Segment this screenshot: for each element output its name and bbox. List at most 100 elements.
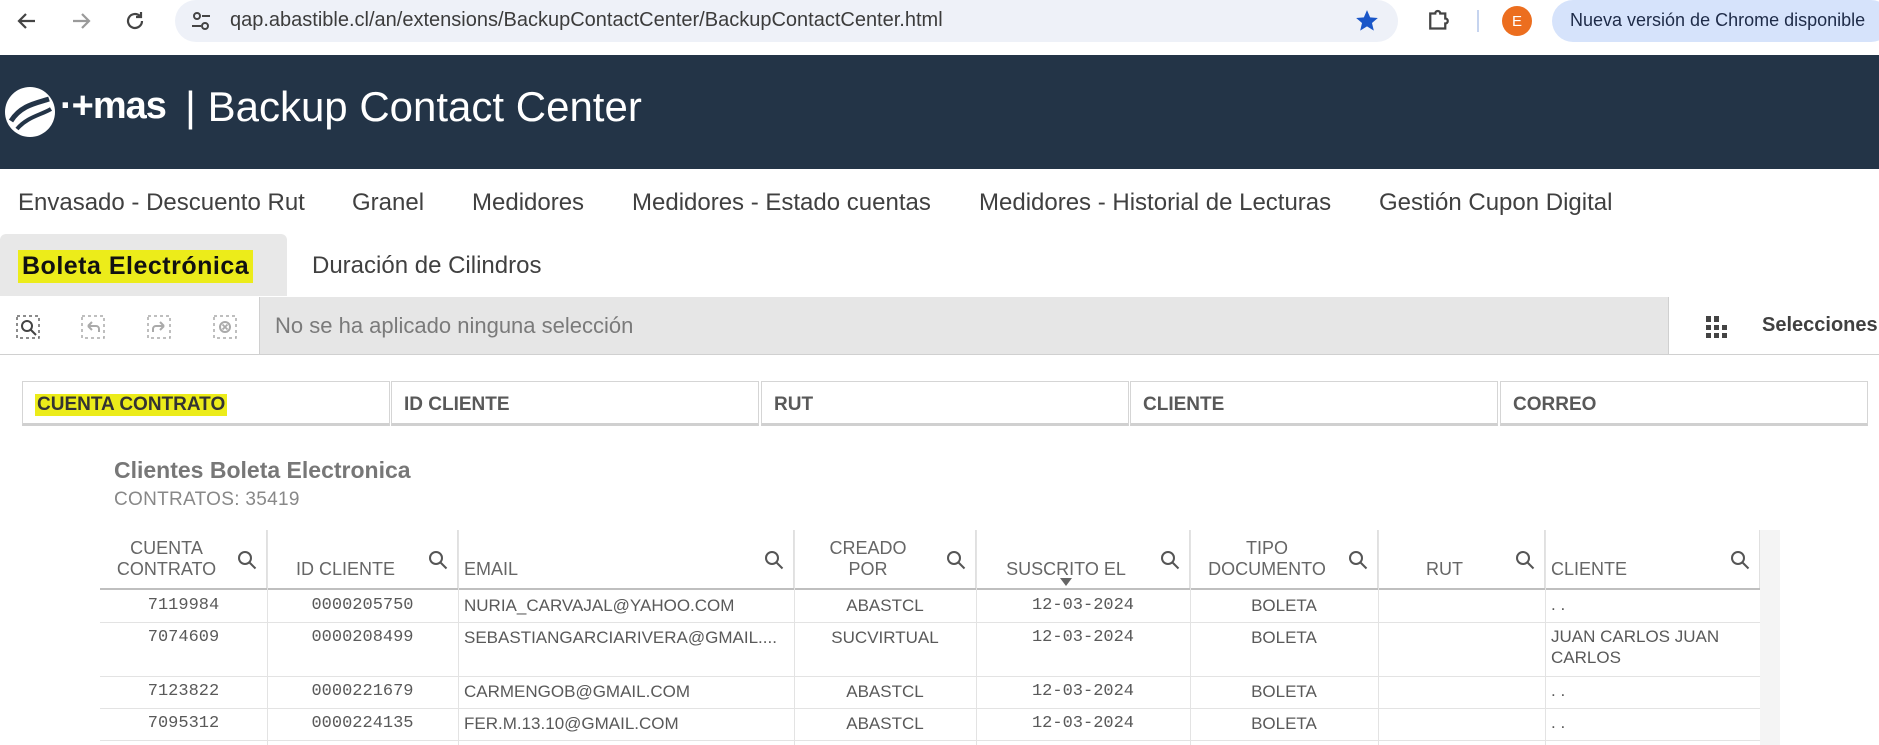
tab-medidores-historial[interactable]: Medidores - Historial de Lecturas bbox=[979, 189, 1331, 217]
column-header-text: CLIENTE bbox=[1551, 559, 1628, 579]
column-header-label: CUENTA CONTRATO bbox=[100, 538, 233, 580]
column-header[interactable]: RUT bbox=[1378, 530, 1545, 588]
column-header-label: TIPO DOCUMENTO bbox=[1190, 538, 1344, 580]
site-settings-icon[interactable] bbox=[190, 10, 212, 32]
page-title: | Backup Contact Center bbox=[185, 83, 642, 130]
column-header-label: SUSCRITO EL bbox=[976, 559, 1156, 580]
table-row[interactable]: 7119984 0000205750 NURIA_CARVAJAL@YAHOO.CO… bbox=[100, 590, 1760, 623]
table-scrollbar[interactable] bbox=[1760, 530, 1780, 745]
profile-avatar[interactable]: E bbox=[1502, 6, 1532, 36]
table-cell[interactable]: 12-03-2024 bbox=[976, 628, 1190, 647]
selections-button[interactable]: Selecciones bbox=[1668, 297, 1879, 354]
tab-granel[interactable]: Granel bbox=[352, 189, 424, 217]
column-search-icon[interactable] bbox=[764, 550, 784, 570]
table-cell[interactable]: BOLETA bbox=[1190, 596, 1378, 616]
column-header[interactable]: CUENTA CONTRATO bbox=[100, 530, 267, 588]
tab-duracion-cilindros[interactable]: Duración de Cilindros bbox=[312, 252, 541, 280]
filter-correo[interactable]: CORREO bbox=[1500, 381, 1868, 426]
step-forward-icon[interactable] bbox=[146, 314, 172, 340]
column-search-icon[interactable] bbox=[946, 550, 966, 570]
table-cell[interactable]: BOLETA bbox=[1190, 628, 1378, 648]
table-row[interactable]: 7074609 0000208499 SEBASTIANGARCIARIVERA@G… bbox=[100, 622, 1760, 677]
table-cell[interactable]: . . bbox=[1551, 594, 1721, 615]
column-header[interactable]: TIPO DOCUMENTO bbox=[1190, 530, 1378, 588]
clear-selections-icon[interactable] bbox=[212, 314, 238, 340]
filter-cliente[interactable]: CLIENTE bbox=[1130, 381, 1498, 426]
column-search-icon[interactable] bbox=[1348, 550, 1368, 570]
table-cell[interactable]: SEBASTIANGARCIARIVERA@GMAIL.... bbox=[464, 628, 777, 648]
table-cell[interactable]: 7095312 bbox=[100, 714, 267, 733]
tab-medidores-estado[interactable]: Medidores - Estado cuentas bbox=[632, 189, 931, 217]
table-cell[interactable]: ABASTCL bbox=[794, 714, 976, 734]
address-bar[interactable]: qap.abastible.cl/an/extensions/BackupCon… bbox=[175, 0, 1398, 42]
back-button[interactable] bbox=[12, 6, 42, 36]
table-title: Clientes Boleta Electronica bbox=[114, 457, 411, 483]
tab-cupon-digital[interactable]: Gestión Cupon Digital bbox=[1379, 189, 1612, 217]
browser-toolbar: qap.abastible.cl/an/extensions/BackupCon… bbox=[0, 0, 1879, 55]
column-header-text: CREADO bbox=[829, 538, 907, 558]
column-header-label: EMAIL bbox=[464, 559, 518, 580]
column-search-icon[interactable] bbox=[1730, 550, 1750, 570]
chrome-update-button[interactable]: Nueva versión de Chrome disponible bbox=[1552, 0, 1879, 42]
table-cell[interactable]: NURIA_CARVAJAL@YAHOO.COM bbox=[464, 596, 734, 616]
table-cell[interactable]: SUCVIRTUAL bbox=[794, 628, 976, 648]
step-back-icon[interactable] bbox=[80, 314, 106, 340]
column-header-text: CONTRATO bbox=[116, 559, 217, 579]
url-text: qap.abastible.cl/an/extensions/BackupCon… bbox=[230, 9, 943, 31]
column-header-text: EMAIL bbox=[464, 559, 519, 579]
selections-grid-icon bbox=[1706, 316, 1727, 338]
filter-label: CORREO bbox=[1513, 394, 1597, 415]
tab-boleta-electronica[interactable]: Boleta Electrónica bbox=[0, 234, 287, 296]
table-cell[interactable]: 0000205750 bbox=[267, 596, 458, 615]
column-search-icon[interactable] bbox=[428, 550, 448, 570]
table-cell[interactable]: BOLETA bbox=[1190, 714, 1378, 734]
table-cell[interactable]: ABASTCL bbox=[794, 596, 976, 616]
tab-medidores[interactable]: Medidores bbox=[472, 189, 584, 217]
column-divider bbox=[794, 530, 795, 745]
column-header[interactable]: EMAIL bbox=[458, 530, 794, 588]
column-divider bbox=[1545, 530, 1546, 745]
column-header[interactable]: CLIENTE bbox=[1545, 530, 1760, 588]
smart-search-icon[interactable] bbox=[15, 314, 41, 340]
contracts-count: CONTRATOS: 35419 bbox=[114, 489, 300, 510]
column-header[interactable]: SUSCRITO EL bbox=[976, 530, 1190, 588]
filter-rut[interactable]: RUT bbox=[761, 381, 1129, 426]
column-search-icon[interactable] bbox=[1160, 550, 1180, 570]
selections-label: Selecciones bbox=[1762, 314, 1878, 336]
reload-button[interactable] bbox=[120, 6, 150, 36]
column-header-text: SUSCRITO EL bbox=[1006, 559, 1126, 579]
filter-cuenta-contrato[interactable]: CUENTA CONTRATO bbox=[22, 381, 390, 426]
table-cell[interactable]: FER.M.13.10@GMAIL.COM bbox=[464, 714, 679, 734]
table-cell[interactable]: 12-03-2024 bbox=[976, 682, 1190, 701]
table-cell[interactable]: 12-03-2024 bbox=[976, 714, 1190, 733]
column-header[interactable]: CREADO POR bbox=[794, 530, 976, 588]
tab-envasado[interactable]: Envasado - Descuento Rut bbox=[18, 189, 305, 217]
update-notice-text: Nueva versión de Chrome disponible bbox=[1570, 10, 1866, 30]
column-header-label: CREADO POR bbox=[794, 538, 942, 580]
table-cell[interactable]: 7123822 bbox=[100, 682, 267, 701]
bookmark-star-icon[interactable] bbox=[1354, 8, 1380, 34]
table-cell[interactable]: 12-03-2024 bbox=[976, 596, 1190, 615]
table-cell[interactable]: 7119984 bbox=[100, 596, 267, 615]
column-search-icon[interactable] bbox=[1515, 550, 1535, 570]
table-cell[interactable]: 0000221679 bbox=[267, 682, 458, 701]
table-cell[interactable]: 0000208499 bbox=[267, 628, 458, 647]
selections-toolbar: No se ha aplicado ninguna selección Sele… bbox=[0, 297, 1879, 355]
table-cell[interactable]: . . bbox=[1551, 680, 1721, 701]
column-search-icon[interactable] bbox=[237, 550, 257, 570]
table-cell[interactable]: . . bbox=[1551, 712, 1721, 733]
table-row[interactable]: 7123822 0000221679 CARMENGOB@GMAIL.COM ABAS… bbox=[100, 676, 1760, 709]
table-cell[interactable]: BOLETA bbox=[1190, 682, 1378, 702]
table-cell[interactable]: 7074609 bbox=[100, 628, 267, 647]
column-header[interactable]: ID CLIENTE bbox=[267, 530, 458, 588]
filter-label: ID CLIENTE bbox=[404, 394, 510, 415]
table-cell[interactable]: 0000224135 bbox=[267, 714, 458, 733]
table-cell[interactable]: JUAN CARLOS JUAN CARLOS bbox=[1551, 626, 1721, 668]
table-cell[interactable]: CARMENGOB@GMAIL.COM bbox=[464, 682, 690, 702]
extensions-puzzle-icon[interactable] bbox=[1424, 6, 1454, 36]
forward-button[interactable] bbox=[66, 6, 96, 36]
table-cell[interactable]: ABASTCL bbox=[794, 682, 976, 702]
table-row[interactable]: 7095312 0000224135 FER.M.13.10@GMAIL.COM AB… bbox=[100, 708, 1760, 741]
filter-id-cliente[interactable]: ID CLIENTE bbox=[391, 381, 759, 426]
abastible-logo-icon bbox=[5, 87, 55, 137]
